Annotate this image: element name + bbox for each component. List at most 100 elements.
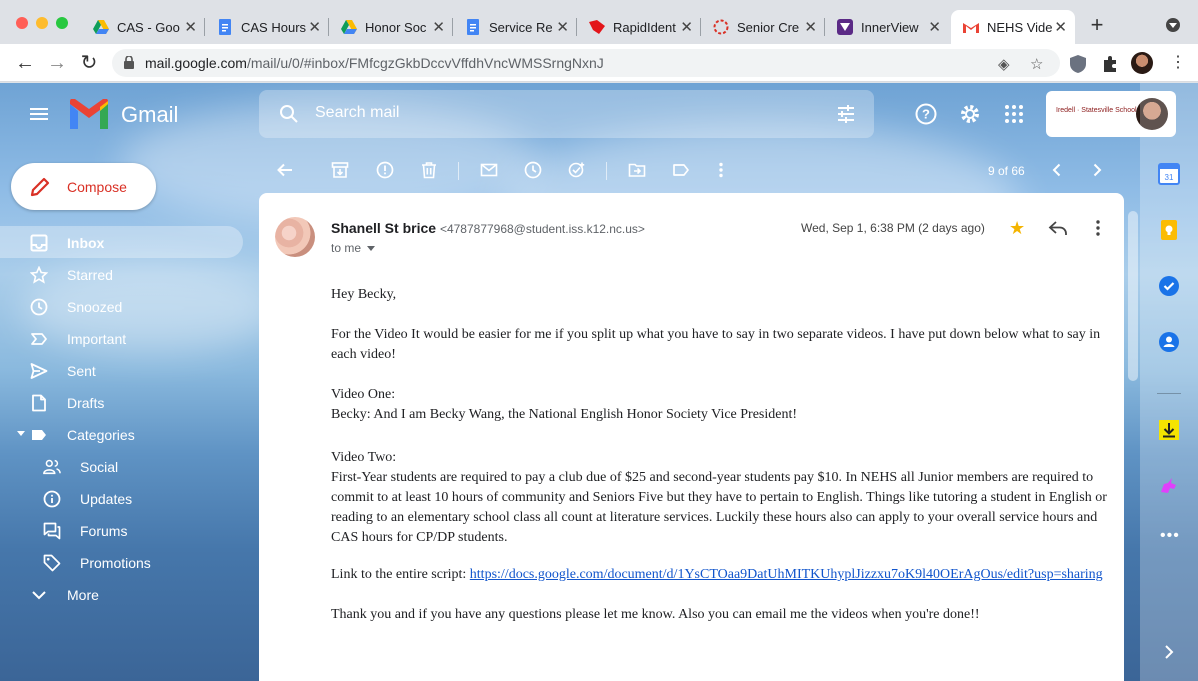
label-icon — [32, 430, 46, 440]
compose-button[interactable]: Compose — [11, 163, 156, 210]
help-icon[interactable]: ? — [915, 103, 937, 125]
address-bar[interactable]: mail.google.com/mail/u/0/#inbox/FMfcgzGk… — [112, 49, 1060, 77]
innerview-icon — [837, 19, 853, 35]
settings-gear-icon[interactable] — [959, 103, 981, 125]
window-minimize-button[interactable] — [36, 17, 48, 29]
close-icon[interactable]: ✕ — [556, 18, 569, 36]
report-spam-icon[interactable] — [376, 161, 394, 179]
sidebar-item-forums[interactable]: Forums — [0, 514, 243, 546]
google-drive-icon — [341, 19, 357, 35]
sidebar-item-promotions[interactable]: Promotions — [0, 546, 243, 578]
scrollbar[interactable] — [1128, 211, 1138, 381]
delete-icon[interactable] — [420, 161, 438, 179]
reply-icon[interactable] — [1048, 219, 1068, 237]
apps-grid-icon[interactable] — [1003, 103, 1025, 125]
tasks-icon[interactable] — [1158, 275, 1180, 297]
extensions-puzzle-icon[interactable] — [1100, 54, 1120, 74]
window-close-button[interactable] — [16, 17, 28, 29]
sidebar-item-more[interactable]: More — [0, 578, 243, 610]
chevron-down-icon[interactable] — [367, 246, 376, 252]
script-link[interactable]: https://docs.google.com/document/d/1YsCT… — [470, 567, 1103, 582]
pencil-icon — [30, 177, 50, 197]
mark-unread-icon[interactable] — [480, 161, 498, 179]
browser-tab[interactable]: Service Re ✕ — [453, 10, 577, 44]
sender-email: <4787877968@student.iss.k12.nc.us> — [439, 222, 645, 236]
sidebar-item-snoozed[interactable]: Snoozed — [0, 290, 243, 322]
search-input[interactable]: Search mail — [315, 104, 399, 122]
compose-label: Compose — [67, 179, 127, 195]
sidebar-item-label: Starred — [67, 267, 113, 283]
sidebar-item-sent[interactable]: Sent — [0, 354, 243, 386]
snooze-clock-icon[interactable] — [524, 161, 542, 179]
browser-tab[interactable]: Honor Soc ✕ — [329, 10, 453, 44]
browser-tab[interactable]: Senior Cre ✕ — [701, 10, 825, 44]
label-icon[interactable] — [672, 161, 690, 179]
main-menu-icon[interactable] — [30, 108, 48, 120]
forward-arrow-icon[interactable]: → — [46, 52, 68, 74]
close-icon[interactable]: ✕ — [184, 18, 197, 36]
older-chevron-icon[interactable] — [1088, 161, 1106, 179]
bookmark-star-icon[interactable]: ☆ — [1030, 55, 1043, 73]
search-options-icon[interactable] — [836, 104, 856, 124]
rapididentity-icon — [589, 19, 605, 35]
site-settings-icon[interactable]: ◈ — [998, 55, 1010, 73]
unicorn-addon-icon[interactable] — [1158, 475, 1180, 497]
more-options-icon[interactable] — [712, 161, 730, 179]
sender-avatar[interactable] — [275, 217, 315, 257]
add-task-icon[interactable] — [568, 161, 586, 179]
sender-name[interactable]: Shanell St brice — [331, 220, 436, 236]
download-addon-icon[interactable] — [1158, 419, 1180, 441]
browser-tab-active[interactable]: NEHS Vide ✕ — [951, 10, 1075, 44]
window-zoom-button[interactable] — [56, 17, 68, 29]
newer-chevron-icon[interactable] — [1048, 161, 1066, 179]
sidebar-item-label: Important — [67, 331, 127, 347]
search-icon[interactable] — [279, 104, 299, 124]
browser-tab[interactable]: InnerView ✕ — [825, 10, 949, 44]
move-to-icon[interactable] — [628, 161, 646, 179]
browser-tab[interactable]: CAS - Goo ✕ — [81, 10, 205, 44]
chevron-down-icon[interactable] — [17, 431, 25, 436]
browser-tab[interactable]: RapidIdent ✕ — [577, 10, 701, 44]
close-icon[interactable]: ✕ — [1054, 18, 1067, 36]
sidebar-item-important[interactable]: Important — [0, 322, 243, 354]
tag-icon — [43, 554, 61, 572]
sidebar-item-social[interactable]: Social — [0, 450, 243, 482]
chevron-right-icon[interactable] — [1158, 641, 1180, 663]
send-icon — [30, 363, 48, 379]
sidebar-item-categories[interactable]: Categories — [0, 418, 243, 450]
close-icon[interactable]: ✕ — [928, 18, 941, 36]
sidebar-item-inbox[interactable]: Inbox — [0, 226, 243, 258]
close-icon[interactable]: ✕ — [680, 18, 693, 36]
close-icon[interactable]: ✕ — [432, 18, 445, 36]
sidebar-item-starred[interactable]: Starred — [0, 258, 243, 290]
contacts-icon[interactable] — [1158, 331, 1180, 353]
close-icon[interactable]: ✕ — [308, 18, 321, 36]
extension-shield-icon[interactable] — [1068, 54, 1088, 74]
keep-icon[interactable] — [1158, 219, 1180, 241]
side-panel: 31 ••• — [1140, 83, 1198, 681]
calendar-icon[interactable]: 31 — [1158, 163, 1180, 185]
star-icon[interactable]: ★ — [1009, 218, 1025, 239]
browser-tab[interactable]: CAS Hours ✕ — [205, 10, 329, 44]
search-bar[interactable]: Search mail — [259, 90, 874, 138]
new-tab-button[interactable]: + — [1086, 14, 1108, 36]
archive-icon[interactable] — [331, 161, 349, 179]
browser-menu-icon[interactable]: ⋮ — [1170, 52, 1186, 72]
recipients[interactable]: to me — [331, 241, 376, 255]
link-prefix: Link to the entire script: — [331, 567, 470, 582]
profile-avatar[interactable] — [1131, 52, 1153, 74]
sidebar-item-updates[interactable]: Updates — [0, 482, 243, 514]
gmail-logo — [70, 99, 108, 129]
reload-icon[interactable]: ↻ — [78, 52, 100, 74]
close-icon[interactable]: ✕ — [804, 18, 817, 36]
sidebar-item-label: Snoozed — [67, 299, 123, 315]
sidebar-nav: Inbox Starred Snoozed Important Sent Dra… — [0, 226, 245, 610]
sidebar-item-label: More — [67, 587, 99, 603]
sidebar-item-drafts[interactable]: Drafts — [0, 386, 243, 418]
back-arrow-icon[interactable]: ← — [14, 52, 36, 74]
back-arrow-icon[interactable] — [276, 161, 294, 179]
more-addons-icon[interactable]: ••• — [1160, 527, 1180, 545]
tab-title: RapidIdent — [613, 19, 676, 35]
more-options-icon[interactable] — [1090, 219, 1106, 237]
tab-search-icon[interactable] — [1166, 18, 1180, 32]
